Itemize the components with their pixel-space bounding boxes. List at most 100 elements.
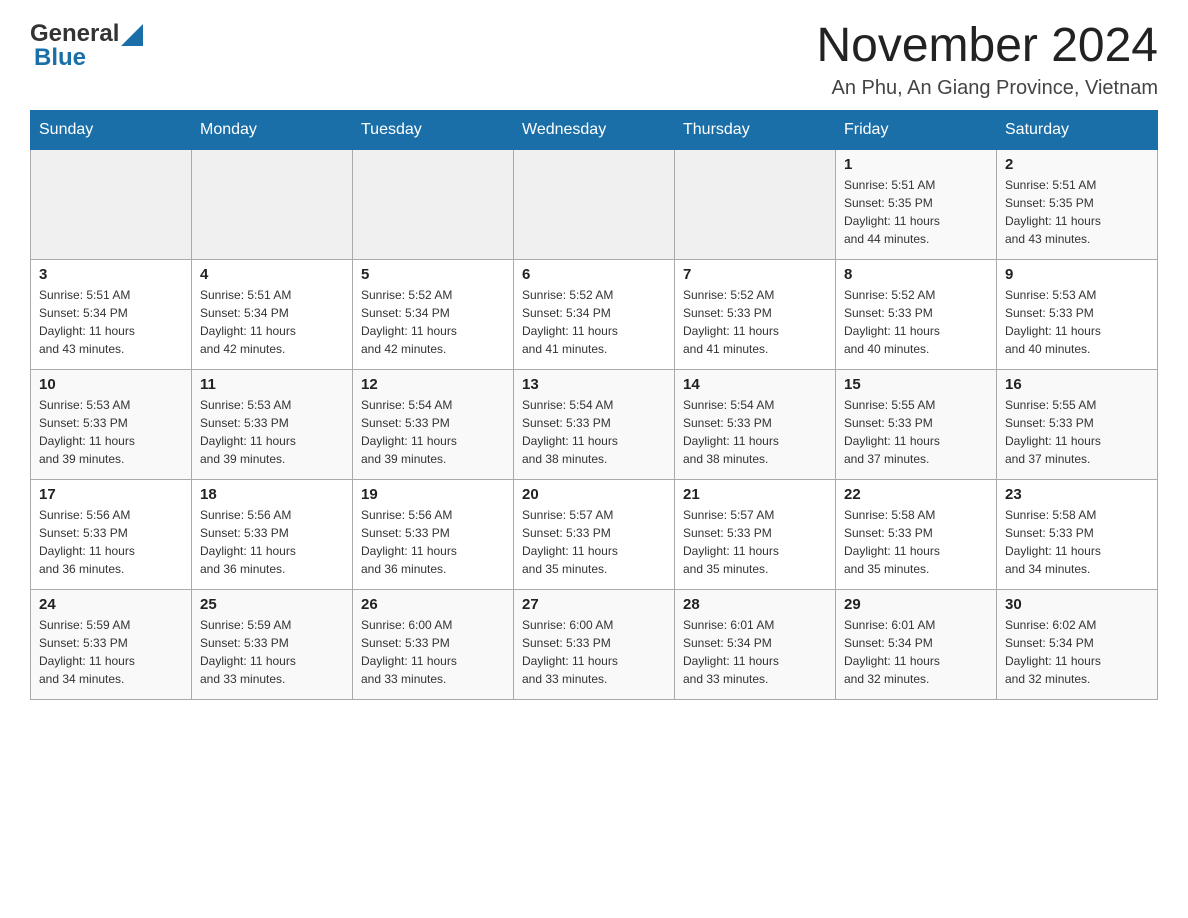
table-row: 4Sunrise: 5:51 AMSunset: 5:34 PMDaylight… [192, 259, 353, 369]
day-number: 28 [683, 596, 827, 613]
day-number: 4 [200, 266, 344, 283]
day-info: Sunrise: 5:52 AMSunset: 5:34 PMDaylight:… [522, 286, 666, 358]
table-row [31, 149, 192, 259]
day-number: 1 [844, 156, 988, 173]
table-row: 15 Sunrise: 5:55 AMSunset: 5:33 PMDayligh… [836, 369, 997, 479]
day-number: 6 [522, 266, 666, 283]
table-row: 9 Sunrise: 5:53 AMSunset: 5:33 PMDaylight… [997, 259, 1158, 369]
page-header: General Blue November 2024 An Phu, An Gi… [30, 20, 1158, 100]
table-row: 29 Sunrise: 6:01 AMSunset: 5:34 PMDayligh… [836, 589, 997, 699]
calendar-table: Sunday Monday Tuesday Wednesday Thursday… [30, 110, 1158, 700]
day-number: 30 [1005, 596, 1149, 613]
day-info: Sunrise: 5:51 AMSunset: 5:35 PMDaylight:… [1005, 176, 1149, 248]
day-info: Sunrise: 5:59 AMSunset: 5:33 PMDaylight:… [39, 616, 183, 688]
month-title: November 2024 [816, 20, 1158, 73]
calendar-week-row: 1 Sunrise: 5:51 AMSunset: 5:35 PMDaylight… [31, 149, 1158, 259]
header-monday: Monday [192, 110, 353, 149]
day-number: 5 [361, 266, 505, 283]
day-info: Sunrise: 5:52 AMSunset: 5:34 PMDaylight:… [361, 286, 505, 358]
calendar-week-row: 3Sunrise: 5:51 AMSunset: 5:34 PMDaylight… [31, 259, 1158, 369]
day-number: 9 [1005, 266, 1149, 283]
header-saturday: Saturday [997, 110, 1158, 149]
day-number: 25 [200, 596, 344, 613]
day-number: 17 [39, 486, 183, 503]
day-info: Sunrise: 5:55 AMSunset: 5:33 PMDaylight:… [844, 396, 988, 468]
table-row: 8 Sunrise: 5:52 AMSunset: 5:33 PMDaylight… [836, 259, 997, 369]
day-number: 8 [844, 266, 988, 283]
day-number: 15 [844, 376, 988, 393]
day-info: Sunrise: 5:56 AMSunset: 5:33 PMDaylight:… [39, 506, 183, 578]
table-row: 26 Sunrise: 6:00 AMSunset: 5:33 PMDayligh… [353, 589, 514, 699]
day-info: Sunrise: 5:57 AMSunset: 5:33 PMDaylight:… [522, 506, 666, 578]
table-row: 20 Sunrise: 5:57 AMSunset: 5:33 PMDayligh… [514, 479, 675, 589]
day-info: Sunrise: 5:54 AMSunset: 5:33 PMDaylight:… [683, 396, 827, 468]
table-row [514, 149, 675, 259]
day-number: 16 [1005, 376, 1149, 393]
day-number: 14 [683, 376, 827, 393]
day-info: Sunrise: 5:53 AMSunset: 5:33 PMDaylight:… [200, 396, 344, 468]
day-number: 20 [522, 486, 666, 503]
day-info: Sunrise: 5:54 AMSunset: 5:33 PMDaylight:… [522, 396, 666, 468]
day-number: 26 [361, 596, 505, 613]
day-number: 10 [39, 376, 183, 393]
table-row: 17 Sunrise: 5:56 AMSunset: 5:33 PMDayligh… [31, 479, 192, 589]
table-row: 30 Sunrise: 6:02 AMSunset: 5:34 PMDayligh… [997, 589, 1158, 699]
day-info: Sunrise: 6:02 AMSunset: 5:34 PMDaylight:… [1005, 616, 1149, 688]
table-row: 12Sunrise: 5:54 AMSunset: 5:33 PMDayligh… [353, 369, 514, 479]
table-row [353, 149, 514, 259]
table-row: 24 Sunrise: 5:59 AMSunset: 5:33 PMDayligh… [31, 589, 192, 699]
header-tuesday: Tuesday [353, 110, 514, 149]
day-number: 7 [683, 266, 827, 283]
day-info: Sunrise: 6:00 AMSunset: 5:33 PMDaylight:… [522, 616, 666, 688]
day-info: Sunrise: 6:00 AMSunset: 5:33 PMDaylight:… [361, 616, 505, 688]
logo-triangle-icon [121, 24, 143, 46]
day-number: 3 [39, 266, 183, 283]
day-number: 22 [844, 486, 988, 503]
table-row: 10 Sunrise: 5:53 AMSunset: 5:33 PMDayligh… [31, 369, 192, 479]
table-row: 1 Sunrise: 5:51 AMSunset: 5:35 PMDaylight… [836, 149, 997, 259]
day-info: Sunrise: 5:52 AMSunset: 5:33 PMDaylight:… [844, 286, 988, 358]
table-row: 21 Sunrise: 5:57 AMSunset: 5:33 PMDayligh… [675, 479, 836, 589]
day-info: Sunrise: 5:52 AMSunset: 5:33 PMDaylight:… [683, 286, 827, 358]
day-info: Sunrise: 5:53 AMSunset: 5:33 PMDaylight:… [39, 396, 183, 468]
header-wednesday: Wednesday [514, 110, 675, 149]
table-row: 27 Sunrise: 6:00 AMSunset: 5:33 PMDayligh… [514, 589, 675, 699]
table-row: 28Sunrise: 6:01 AMSunset: 5:34 PMDayligh… [675, 589, 836, 699]
day-info: Sunrise: 5:58 AMSunset: 5:33 PMDaylight:… [1005, 506, 1149, 578]
day-number: 29 [844, 596, 988, 613]
day-number: 21 [683, 486, 827, 503]
day-info: Sunrise: 5:58 AMSunset: 5:33 PMDaylight:… [844, 506, 988, 578]
day-info: Sunrise: 5:51 AMSunset: 5:35 PMDaylight:… [844, 176, 988, 248]
table-row: 14 Sunrise: 5:54 AMSunset: 5:33 PMDayligh… [675, 369, 836, 479]
day-info: Sunrise: 5:54 AMSunset: 5:33 PMDaylight:… [361, 396, 505, 468]
calendar-week-row: 17 Sunrise: 5:56 AMSunset: 5:33 PMDayligh… [31, 479, 1158, 589]
table-row: 18Sunrise: 5:56 AMSunset: 5:33 PMDayligh… [192, 479, 353, 589]
table-row: 16 Sunrise: 5:55 AMSunset: 5:33 PMDayligh… [997, 369, 1158, 479]
day-info: Sunrise: 5:56 AMSunset: 5:33 PMDaylight:… [361, 506, 505, 578]
day-number: 24 [39, 596, 183, 613]
day-info: Sunrise: 5:59 AMSunset: 5:33 PMDaylight:… [200, 616, 344, 688]
table-row: 3Sunrise: 5:51 AMSunset: 5:34 PMDaylight… [31, 259, 192, 369]
day-info: Sunrise: 5:55 AMSunset: 5:33 PMDaylight:… [1005, 396, 1149, 468]
day-info: Sunrise: 6:01 AMSunset: 5:34 PMDaylight:… [844, 616, 988, 688]
calendar-week-row: 10 Sunrise: 5:53 AMSunset: 5:33 PMDayligh… [31, 369, 1158, 479]
day-number: 2 [1005, 156, 1149, 173]
day-info: Sunrise: 5:57 AMSunset: 5:33 PMDaylight:… [683, 506, 827, 578]
table-row: 2 Sunrise: 5:51 AMSunset: 5:35 PMDaylight… [997, 149, 1158, 259]
table-row: 7 Sunrise: 5:52 AMSunset: 5:33 PMDaylight… [675, 259, 836, 369]
table-row: 5 Sunrise: 5:52 AMSunset: 5:34 PMDaylight… [353, 259, 514, 369]
day-number: 11 [200, 376, 344, 393]
table-row [675, 149, 836, 259]
table-row: 25 Sunrise: 5:59 AMSunset: 5:33 PMDayligh… [192, 589, 353, 699]
header-sunday: Sunday [31, 110, 192, 149]
header-thursday: Thursday [675, 110, 836, 149]
calendar-header-row: Sunday Monday Tuesday Wednesday Thursday… [31, 110, 1158, 149]
table-row: 6 Sunrise: 5:52 AMSunset: 5:34 PMDaylight… [514, 259, 675, 369]
day-number: 27 [522, 596, 666, 613]
table-row: 11 Sunrise: 5:53 AMSunset: 5:33 PMDayligh… [192, 369, 353, 479]
day-number: 23 [1005, 486, 1149, 503]
day-info: Sunrise: 5:53 AMSunset: 5:33 PMDaylight:… [1005, 286, 1149, 358]
table-row [192, 149, 353, 259]
logo: General Blue [30, 20, 143, 72]
table-row: 13Sunrise: 5:54 AMSunset: 5:33 PMDayligh… [514, 369, 675, 479]
